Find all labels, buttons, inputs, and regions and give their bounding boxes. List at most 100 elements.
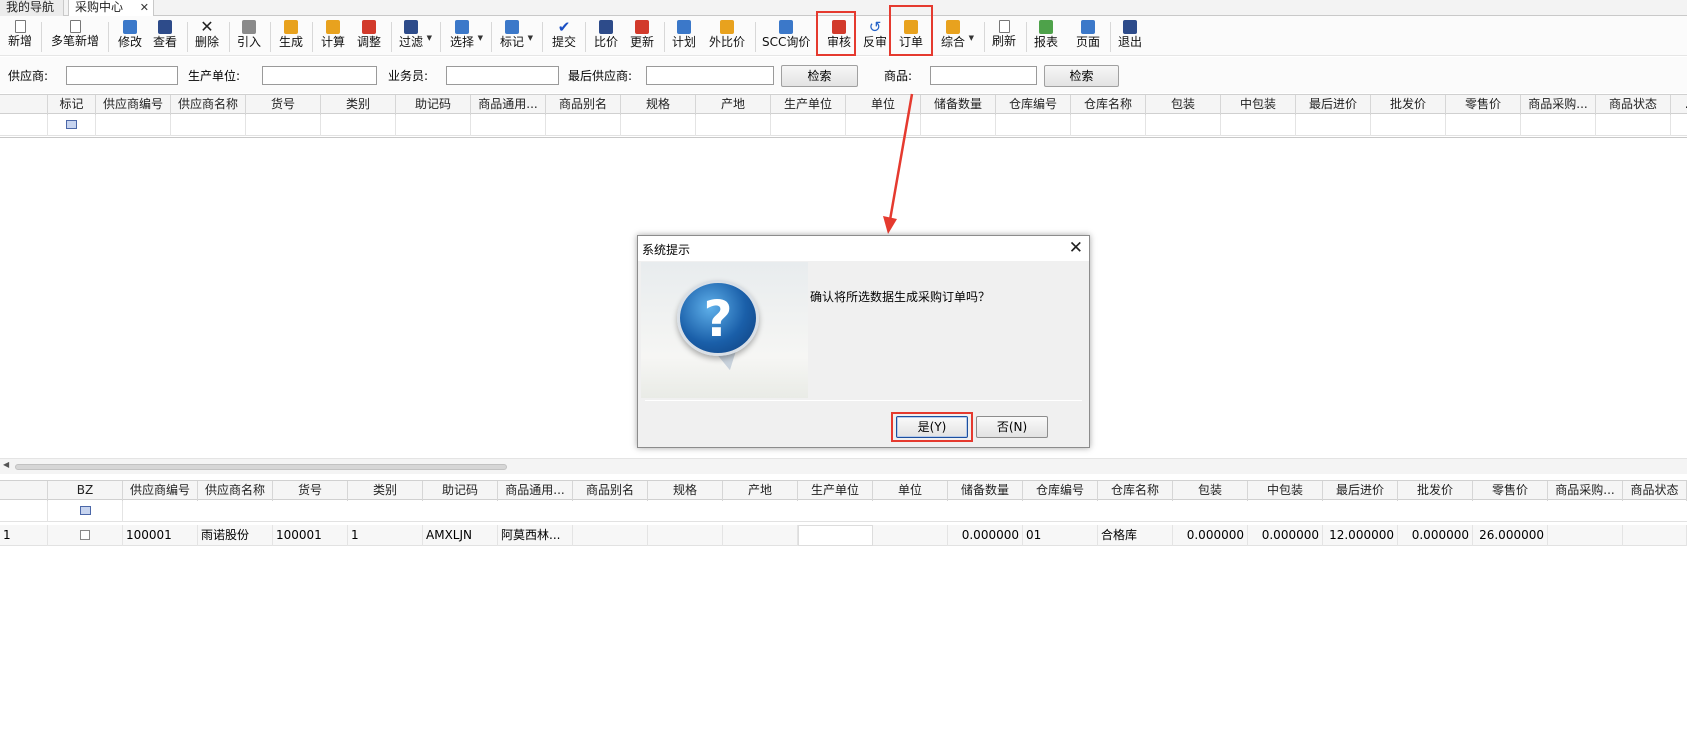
toolbar-multi-new-button[interactable]: 多笔新增 [49,18,101,54]
toolbar-page-button[interactable]: 页面 [1074,18,1102,54]
cell-warehouse-name[interactable]: 合格库 [1098,525,1173,546]
column-header[interactable]: 货号 [246,95,321,115]
chevron-down-icon[interactable]: ▼ [427,34,432,42]
column-header[interactable]: 供应商编号 [96,95,171,115]
scroll-left-icon[interactable]: ◀ [3,460,9,469]
column-header[interactable]: 生产单位 [798,481,873,501]
column-header[interactable]: 商品通用... [471,95,546,115]
tab-purchase-center[interactable]: 采购中心 ✕ [68,0,154,16]
toolbar-calculate-button[interactable]: 计算 [319,18,347,54]
column-header[interactable]: 批发价 [1398,481,1473,501]
close-icon[interactable]: ✕ [1069,237,1083,259]
toolbar-delete-button[interactable]: ✕ 删除 [193,18,221,54]
cell-alias[interactable] [573,525,648,546]
toolbar-filter-button[interactable]: 过滤 ▼ [397,18,432,54]
column-header[interactable]: 包装 [1173,481,1248,501]
column-header[interactable]: 生产单位 [771,95,846,115]
column-header[interactable]: 零售价 [1473,481,1548,501]
chevron-down-icon[interactable]: ▼ [478,34,483,42]
column-header[interactable]: 规格 [621,95,696,115]
column-header[interactable]: 类别 [348,481,423,501]
chevron-down-icon[interactable]: ▼ [969,34,974,42]
toolbar-report-button[interactable]: 报表 [1032,18,1060,54]
tab-my-navigation[interactable]: 我的导航 [0,0,64,16]
cell-warehouse-code[interactable]: 01 [1023,525,1098,546]
column-header[interactable]: BZ [48,481,123,501]
column-header[interactable]: 助记码 [396,95,471,115]
column-header[interactable]: 中包装 [1248,481,1323,501]
column-header[interactable]: 商品采购... [1521,95,1596,115]
toolbar-scc-inquiry-button[interactable]: SCC询价 [762,18,810,54]
column-header[interactable]: 批发价 [1371,95,1446,115]
filter-row-icon[interactable] [66,120,77,129]
column-header[interactable]: 最后进价 [1296,95,1371,115]
column-header[interactable]: 中包装 [1221,95,1296,115]
toolbar-exit-button[interactable]: 退出 [1116,18,1144,54]
row-checkbox[interactable] [80,529,90,540]
column-header[interactable]: 商品采购... [1548,481,1623,501]
column-header[interactable]: 包装 [1146,95,1221,115]
column-header[interactable]: 供应商名称 [198,481,273,501]
toolbar-compare-price-button[interactable]: 比价 [592,18,620,54]
toolbar-update-button[interactable]: 更新 [628,18,656,54]
cell-reserve-qty[interactable]: 0.000000 [948,525,1023,546]
cell-generic-name[interactable]: 阿莫西林... [498,525,573,546]
cell-item-no[interactable]: 100001 [273,525,348,546]
no-button[interactable]: 否(N) [976,416,1048,438]
column-header[interactable]: 仓库编号 [1023,481,1098,501]
column-header[interactable]: 单位 [873,481,948,501]
column-header[interactable]: 仓库名称 [1098,481,1173,501]
horizontal-scrollbar[interactable]: ◀ [0,458,1687,474]
toolbar-new-button[interactable]: 新增 [6,18,34,54]
last-supplier-input[interactable] [646,66,774,85]
filter-row-icon[interactable] [79,506,91,515]
toolbar-mark-button[interactable]: 标记 ▼ [498,18,533,54]
column-header[interactable]: 标记 [48,95,96,115]
cell-retail[interactable]: 26.000000 [1473,525,1548,546]
cell-spec[interactable] [648,525,723,546]
column-header[interactable]: 产地 [723,481,798,501]
cell-origin[interactable] [723,525,798,546]
cell-mid-package[interactable]: 0.000000 [1248,525,1323,546]
column-header[interactable]: 零售价 [1446,95,1521,115]
dialog-titlebar[interactable]: 系统提示 ✕ [638,236,1089,261]
column-header[interactable]: ... [1671,95,1687,115]
toolbar-generate-button[interactable]: 生成 [277,18,305,54]
toolbar-import-button[interactable]: 引入 [235,18,263,54]
goods-search-button[interactable]: 检索 [1044,65,1119,87]
column-header[interactable]: 供应商名称 [171,95,246,115]
toolbar-edit-button[interactable]: 修改 [116,18,144,54]
toolbar-external-compare-button[interactable]: 外比价 [706,18,748,54]
column-header[interactable]: 商品状态 [1596,95,1671,115]
salesman-input[interactable] [446,66,559,85]
search-button[interactable]: 检索 [781,65,858,87]
column-header[interactable]: 储备数量 [948,481,1023,501]
cell-purchase[interactable] [1548,525,1623,546]
column-header[interactable]: 货号 [273,481,348,501]
cell-mnemonic[interactable]: AMXLJN [423,525,498,546]
goods-input[interactable] [930,66,1037,85]
cell-wholesale[interactable]: 0.000000 [1398,525,1473,546]
cell-supplier-name[interactable]: 雨诺股份 [198,525,273,546]
toolbar-refresh-button[interactable]: 刷新 [990,18,1018,54]
producer-input[interactable] [262,66,377,85]
cell-status[interactable] [1623,525,1687,546]
cell-last-price[interactable]: 12.000000 [1323,525,1398,546]
column-header[interactable]: 商品别名 [546,95,621,115]
column-header[interactable]: 商品别名 [573,481,648,501]
supplier-input[interactable] [66,66,178,85]
cell-producer[interactable] [798,525,873,546]
close-icon[interactable]: ✕ [140,0,149,15]
cell-package[interactable]: 0.000000 [1173,525,1248,546]
column-header[interactable]: 商品通用... [498,481,573,501]
cell-category[interactable]: 1 [348,525,423,546]
column-header[interactable]: 助记码 [423,481,498,501]
column-header[interactable]: 类别 [321,95,396,115]
cell-supplier-code[interactable]: 100001 [123,525,198,546]
scrollbar-thumb[interactable] [15,464,507,470]
cell-unit[interactable] [873,525,948,546]
column-header[interactable]: 仓库编号 [996,95,1071,115]
toolbar-composite-button[interactable]: 综合 ▼ [939,18,974,54]
toolbar-select-button[interactable]: 选择 ▼ [448,18,483,54]
column-header[interactable]: 最后进价 [1323,481,1398,501]
